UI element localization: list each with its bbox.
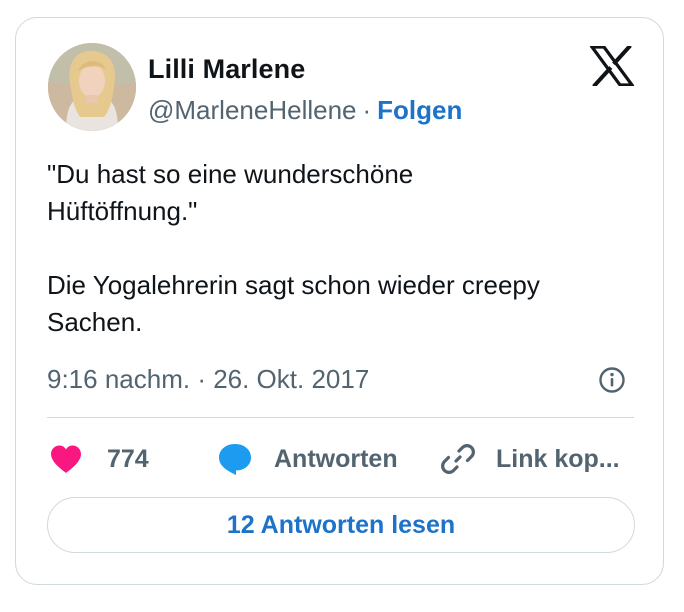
- info-icon[interactable]: [598, 366, 626, 394]
- tweet-embed-card: Lilli Marlene @MarleneHellene · Folgen "Du…: [15, 17, 664, 585]
- tweet-text: "Du hast so eine wunderschöne Hüftöffnun…: [47, 156, 637, 341]
- tweet-line: "Du hast so eine wunderschöne: [47, 159, 414, 189]
- tweet-line: Hüftöffnung.": [47, 196, 198, 226]
- like-count: 774: [107, 444, 149, 473]
- divider: [47, 417, 634, 418]
- copy-link-button[interactable]: Link kop...: [440, 439, 620, 479]
- copy-link-label: Link kop...: [496, 444, 620, 473]
- author-handle-row: @MarleneHellene · Folgen: [148, 95, 462, 126]
- like-button[interactable]: 774: [49, 439, 149, 479]
- heart-icon: [51, 445, 81, 473]
- action-bar: 774 Antworten Link kop...: [47, 439, 647, 479]
- author-handle[interactable]: @MarleneHellene: [148, 95, 357, 125]
- x-logo-icon[interactable]: [588, 44, 636, 88]
- avatar[interactable]: [48, 43, 136, 131]
- reply-label: Antworten: [274, 444, 398, 473]
- read-replies-button[interactable]: 12 Antworten lesen: [47, 497, 635, 553]
- link-icon: [441, 444, 475, 474]
- tweet-line: Die Yogalehrerin sagt schon wieder creep…: [47, 270, 540, 300]
- speech-bubble-icon: [219, 444, 251, 475]
- reply-button[interactable]: Antworten: [217, 439, 398, 479]
- tweet-timestamp[interactable]: 9:16 nachm. · 26. Okt. 2017: [47, 364, 369, 395]
- avatar-image: [48, 43, 136, 131]
- tweet-line: Sachen.: [47, 307, 143, 337]
- follow-button[interactable]: Folgen: [377, 95, 462, 125]
- author-name[interactable]: Lilli Marlene: [148, 54, 305, 85]
- handle-separator: ·: [362, 95, 372, 125]
